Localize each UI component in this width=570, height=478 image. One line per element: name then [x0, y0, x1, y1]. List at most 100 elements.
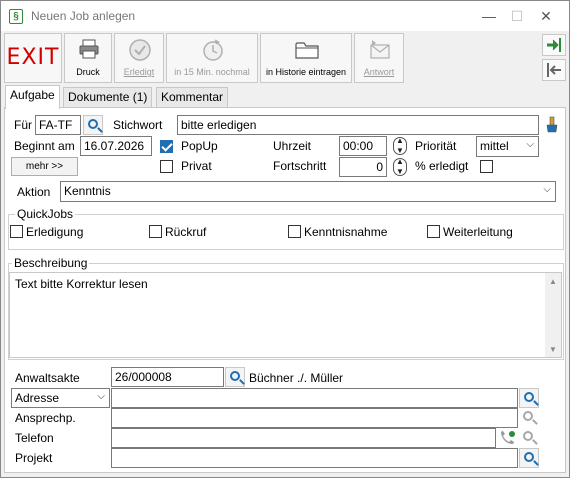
aktion-select[interactable]: Kenntnis ⌵ — [60, 181, 556, 202]
popup-label: PopUp — [181, 139, 218, 153]
brush-icon — [546, 116, 558, 133]
check-circle-icon — [129, 39, 151, 61]
clock-icon — [203, 39, 223, 61]
window-title: Neuen Job anlegen — [31, 9, 136, 23]
tab-kommentar[interactable]: Kommentar — [156, 87, 229, 107]
remind-again-button[interactable]: in 15 Min. nochmal — [166, 33, 258, 83]
print-button[interactable]: Druck — [64, 33, 112, 83]
projekt-search-button[interactable] — [519, 448, 539, 468]
adresse-field[interactable] — [111, 388, 518, 408]
exit-label: EXIT — [6, 45, 60, 70]
folder-icon — [295, 42, 319, 59]
mehr-button[interactable]: mehr >> — [11, 157, 78, 176]
beschreibung-text: Text bitte Korrektur lesen — [15, 277, 148, 291]
rueckruf-checkbox[interactable] — [149, 225, 162, 238]
nav-back-button[interactable] — [542, 59, 566, 81]
arrow-out-bar-icon — [547, 63, 561, 77]
scroll-down-icon[interactable]: ▼ — [545, 345, 561, 354]
tab-aufgabe[interactable]: Aufgabe — [5, 85, 60, 109]
title-bar: § Neuen Job anlegen — ☐ ✕ — [1, 1, 569, 31]
fortschritt-spinner[interactable]: ▲ ▼ — [391, 157, 409, 177]
phone-icon — [501, 431, 515, 444]
adresse-label: Adresse — [15, 391, 60, 405]
dial-button[interactable] — [497, 428, 517, 448]
search-icon — [230, 371, 240, 381]
erledigt-label: % erledigt — [415, 159, 469, 173]
privat-label: Privat — [181, 159, 212, 173]
prioritaet-label: Priorität — [415, 139, 457, 153]
app-icon: § — [9, 9, 23, 24]
adresse-search-button[interactable] — [519, 388, 539, 408]
history-label: in Historie eintragen — [265, 67, 347, 77]
spin-down-icon[interactable]: ▼ — [391, 146, 409, 156]
mail-reply-icon — [370, 40, 390, 59]
arrow-into-bar-icon — [547, 38, 561, 52]
anwaltsakte-label: Anwaltsakte — [15, 371, 80, 385]
erledigt-checkbox[interactable] — [480, 160, 493, 173]
ansprechp-label: Ansprechp. — [15, 411, 76, 425]
telefon-search-button[interactable] — [519, 428, 539, 448]
adresse-select[interactable]: Adresse ⌵ — [11, 388, 110, 408]
aktion-label: Aktion — [17, 185, 51, 199]
ansprechp-field[interactable] — [111, 408, 518, 428]
chevron-down-icon: ⌵ — [543, 184, 551, 195]
history-button[interactable]: in Historie eintragen — [260, 33, 352, 83]
stichwort-field[interactable]: bitte erledigen — [177, 115, 539, 135]
privat-checkbox[interactable] — [160, 160, 173, 173]
rueckruf-label: Rückruf — [165, 225, 207, 239]
beginnt-field[interactable]: 16.07.2026 — [80, 136, 152, 156]
ansprechp-search-button[interactable] — [519, 408, 539, 428]
done-label: Erledigt — [123, 67, 155, 77]
anwaltsakte-search-button[interactable] — [225, 367, 245, 387]
search-icon — [524, 452, 534, 462]
beschreibung-textarea[interactable]: Text bitte Korrektur lesen ▲ ▼ — [9, 272, 562, 358]
uhrzeit-field[interactable]: 00:00 — [339, 136, 387, 156]
weiterleitung-checkbox[interactable] — [427, 225, 440, 238]
beginnt-label: Beginnt am — [14, 139, 75, 153]
fuer-search-button[interactable] — [83, 115, 103, 135]
done-button[interactable]: Erledigt — [114, 33, 164, 83]
printer-icon — [79, 39, 99, 59]
remind-again-label: in 15 Min. nochmal — [174, 67, 250, 77]
fortschritt-label: Fortschritt — [273, 159, 327, 173]
nav-forward-button[interactable] — [542, 34, 566, 56]
tab-dokumente[interactable]: Dokumente (1) — [63, 87, 153, 107]
uhrzeit-label: Uhrzeit — [273, 139, 312, 153]
reply-button[interactable]: Antwort — [354, 33, 404, 83]
projekt-field[interactable] — [111, 448, 518, 468]
minimize-button[interactable]: — — [479, 7, 499, 25]
chevron-down-icon: ⌵ — [526, 139, 534, 150]
spin-up-icon[interactable]: ▲ — [391, 157, 409, 167]
scroll-up-icon[interactable]: ▲ — [545, 277, 561, 286]
prioritaet-select[interactable]: mittel ⌵ — [476, 136, 539, 157]
beschreibung-title: Beschreibung — [12, 256, 90, 270]
close-button[interactable]: ✕ — [536, 7, 556, 25]
popup-checkbox[interactable] — [160, 140, 173, 153]
weiterleitung-label: Weiterleitung — [443, 225, 513, 239]
job-window: § Neuen Job anlegen — ☐ ✕ EXIT Druck Erl… — [0, 0, 570, 478]
uhrzeit-spinner[interactable]: ▲ ▼ — [391, 136, 409, 156]
prioritaet-value: mittel — [480, 139, 509, 153]
anwaltsakte-name: Büchner ./. Müller — [249, 371, 344, 385]
keyword-list-button[interactable] — [542, 115, 562, 135]
reply-label: Antwort — [363, 67, 395, 77]
fuer-label: Für — [14, 118, 32, 132]
projekt-label: Projekt — [15, 451, 53, 465]
fuer-field[interactable]: FA-TF — [35, 115, 81, 135]
fortschritt-field[interactable]: 0 — [339, 157, 387, 177]
search-icon — [523, 411, 533, 421]
spin-up-icon[interactable]: ▲ — [391, 136, 409, 146]
spin-down-icon[interactable]: ▼ — [391, 167, 409, 177]
maximize-button[interactable]: ☐ — [507, 7, 527, 25]
anwaltsakte-field[interactable]: 26/000008 — [111, 367, 224, 387]
stichwort-label: Stichwort — [113, 118, 163, 132]
kenntnisnahme-checkbox[interactable] — [288, 225, 301, 238]
search-icon — [88, 119, 98, 129]
exit-button[interactable]: EXIT — [4, 33, 62, 83]
beschreibung-scrollbar[interactable]: ▲ ▼ — [545, 273, 561, 357]
chevron-down-icon: ⌵ — [97, 391, 105, 402]
telefon-field[interactable] — [111, 428, 496, 448]
telefon-label: Telefon — [15, 431, 54, 445]
kenntnisnahme-label: Kenntnisnahme — [304, 225, 388, 239]
erledigung-checkbox[interactable] — [10, 225, 23, 238]
